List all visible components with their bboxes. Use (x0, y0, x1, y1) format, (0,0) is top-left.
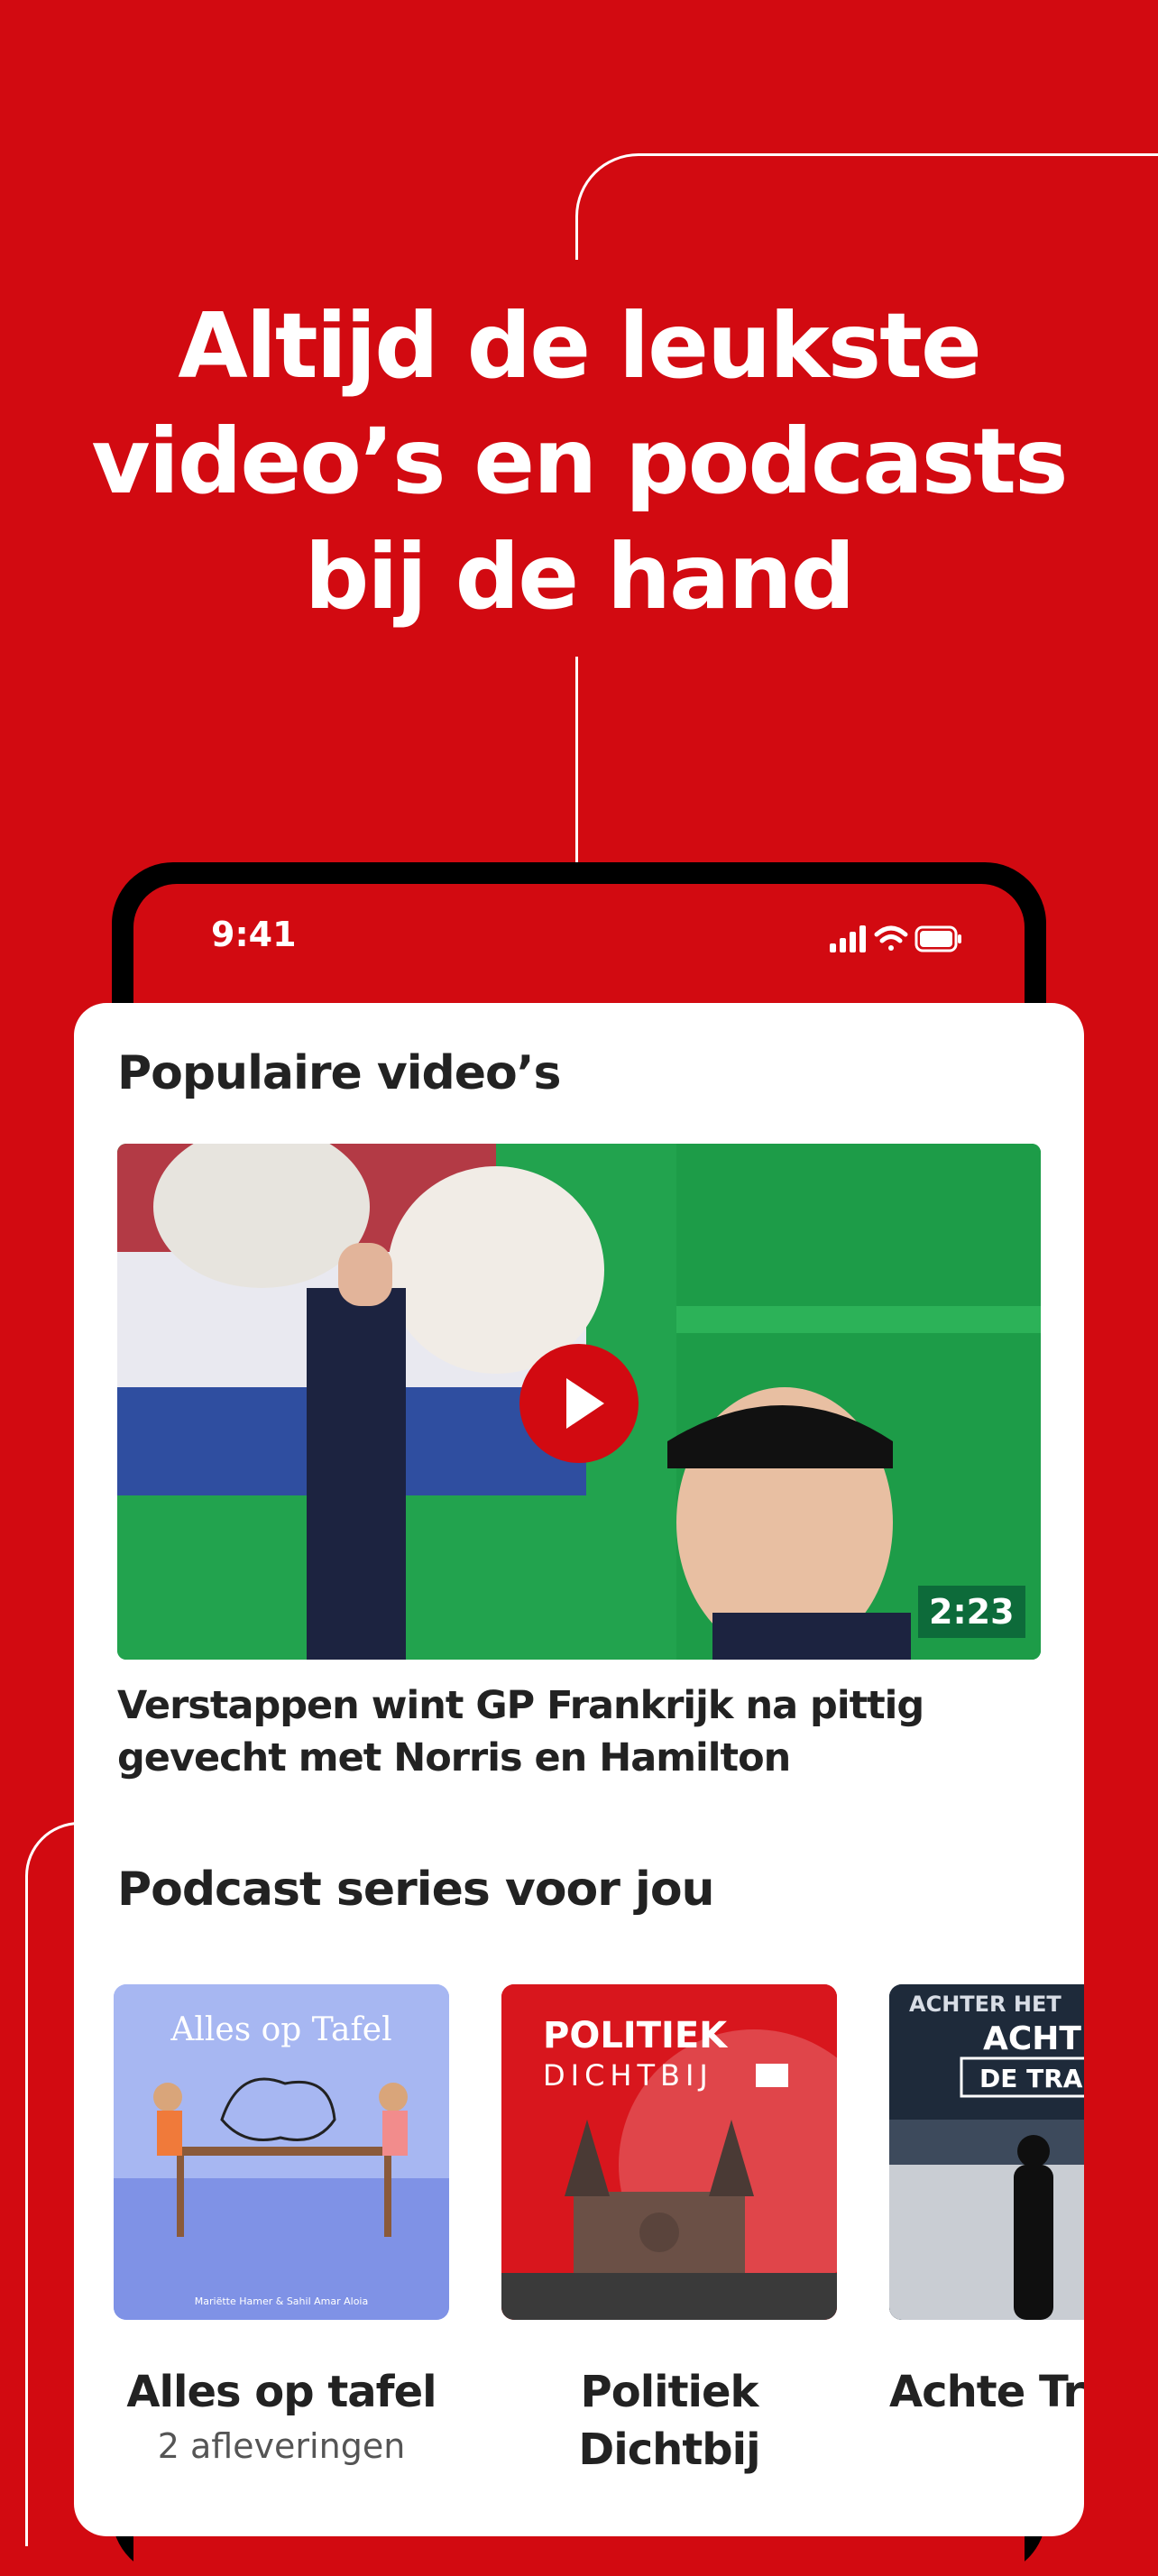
podcast-cover-achter-de-tralies[interactable]: ACHTER HET ACHT DE TRA (889, 1984, 1084, 2320)
status-icons (828, 924, 963, 958)
duration-badge: 2:23 (918, 1586, 1025, 1638)
podcast-cover-line-2: ACHT (983, 2020, 1081, 2057)
podcast-cover-alles-op-tafel[interactable]: Alles op Tafel Mariëtte Hamer & Sahil Am… (114, 1984, 449, 2320)
podcast-cover-politiek-dichtbij[interactable]: POLITIEK DICHTBIJ (501, 1984, 837, 2320)
podcast-cover-title: Alles op Tafel (170, 2011, 391, 2048)
podcast-cover-line-3: DE TRA (979, 2064, 1083, 2093)
podcast-name[interactable]: Alles op tafel (114, 2363, 449, 2421)
podcast-series-title: Podcast series voor jou (117, 1863, 715, 1917)
wifi-icon (874, 925, 908, 951)
podcast-name[interactable]: Achte Trali (889, 2363, 1084, 2421)
podcast-cover-credit: Mariëtte Hamer & Sahil Amar Aloia (195, 2295, 368, 2307)
podcast-cover-line-1: POLITIEK (543, 2015, 729, 2056)
podcast-cover-line-2: DICHTBIJ (543, 2058, 713, 2093)
podcast-episode-count: 2 afleveringen (157, 2426, 406, 2466)
video-title[interactable]: Verstappen wint GP Frankrijk na pittig g… (117, 1679, 1055, 1784)
podcast-cover-line-1: ACHTER HET (909, 1992, 1062, 2017)
decorative-line-middle (575, 657, 578, 869)
podcast-name[interactable]: Politiek Dichtbij (501, 2363, 837, 2479)
status-time: 9:41 (211, 915, 297, 954)
popular-videos-title: Populaire video’s (117, 1046, 561, 1100)
promo-headline: Altijd de leukste video’s en podcasts bi… (91, 293, 1068, 630)
play-button[interactable] (519, 1344, 639, 1463)
signal-icon (830, 925, 866, 952)
card-edge-mask (1084, 1966, 1158, 2507)
decorative-line-top (575, 153, 1158, 260)
battery-icon (914, 925, 961, 952)
